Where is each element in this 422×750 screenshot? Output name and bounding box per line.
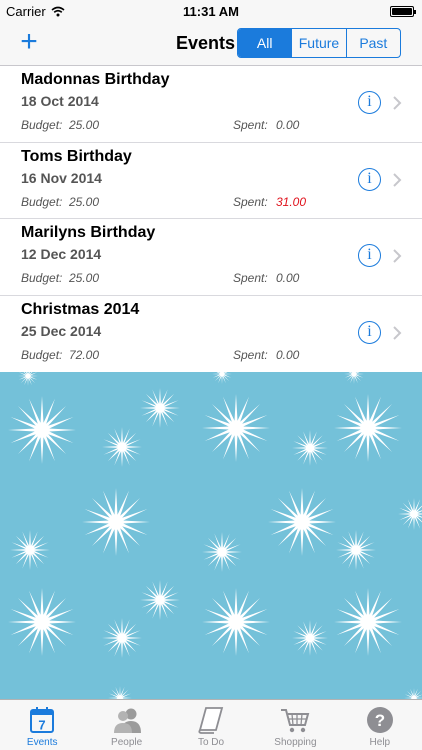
event-date: 18 Oct 2014 [21,93,99,109]
event-list: Madonnas Birthday 18 Oct 2014 Budget: 25… [0,66,422,372]
event-row[interactable]: Christmas 2014 25 Dec 2014 Budget: 72.00… [0,295,422,372]
spent-label: Spent: [233,194,268,209]
snowflake-shape [398,498,422,530]
event-row[interactable]: Marilyns Birthday 12 Dec 2014 Budget: 25… [0,219,422,296]
snowflake-shape [102,618,142,658]
snowflake-shape [18,372,38,386]
snowflake-shape [268,488,336,556]
snowflake-shape [344,372,364,384]
status-time: 11:31 AM [183,4,239,19]
svg-text:?: ? [375,711,385,730]
budget-value: 25.00 [69,271,100,285]
snowflake-shape [102,427,142,467]
event-name: Madonnas Birthday [21,71,170,88]
event-name: Toms Birthday [21,147,132,165]
people-icon [113,708,141,733]
event-date: 16 Nov 2014 [21,169,102,186]
spent-label: Spent: [233,271,268,285]
page-title: Events [176,33,236,53]
event-row[interactable]: Madonnas Birthday 18 Oct 2014 Budget: 25… [0,66,422,143]
tab-people[interactable]: People [84,700,168,750]
segment-future[interactable]: Future [291,29,345,57]
cart-icon [281,709,310,733]
tab-label: To Do [197,737,225,748]
budget-label: Budget: [21,271,63,285]
chevron-right-icon [393,325,402,340]
tab-help[interactable]: ? Help [338,700,422,750]
snowflake-shape [336,530,376,570]
segment-all[interactable]: All [238,29,292,57]
battery-icon [390,6,416,17]
snowflake-shape [108,686,132,699]
tab-label: People [111,737,143,748]
spent-value: 0.00 [276,271,300,285]
snowflake-shape [140,580,180,620]
budget-value: 25.00 [69,118,100,132]
info-icon[interactable]: i [358,320,381,344]
snowflake-background [0,372,422,699]
event-row[interactable]: Toms Birthday 16 Nov 2014 Budget: 25.00 … [0,142,422,219]
chevron-right-icon [393,96,402,110]
chevron-right-icon [393,172,402,187]
event-date: 12 Dec 2014 [21,246,102,262]
snowflake-shape [202,588,270,656]
budget-label: Budget: [21,347,63,362]
status-bar: Carrier 11:31 AM [0,0,422,22]
snowflake-shape [202,394,270,462]
star-pattern [8,372,422,699]
tab-bar: 7 Events People To Do Shopping ? Help [0,699,422,750]
tab-shopping[interactable]: Shopping [253,700,337,750]
spent-value: 0.00 [276,347,300,362]
add-event-button[interactable]: + [14,26,44,60]
snowflake-shape [292,430,328,466]
chevron-right-icon [393,249,402,263]
tab-label: Events [26,737,58,748]
snowflake-shape [212,372,232,384]
spent-label: Spent: [233,347,268,362]
snowflake-shape [334,588,402,656]
spent-label: Spent: [233,118,268,132]
spent-value: 31.00 [276,194,307,209]
snowflake-shape [404,688,422,699]
info-icon[interactable]: i [358,91,381,114]
budget-label: Budget: [21,118,63,132]
snowflake-shape [202,532,242,572]
snowflake-shape [8,396,76,464]
help-icon: ? [366,707,393,733]
filter-segmented-control: All Future Past [237,28,401,58]
snowflake-shape [82,488,150,556]
snowflake-shape [10,530,50,570]
snowflake-shape [140,388,180,428]
tab-events[interactable]: 7 Events [0,700,84,750]
event-date: 25 Dec 2014 [21,322,102,339]
snowflake-shape [8,588,76,656]
budget-label: Budget: [21,194,63,209]
budget-value: 25.00 [69,194,100,209]
note-icon [198,707,224,734]
tab-label: Help [369,737,391,748]
calendar-icon: 7 [30,707,55,733]
tab-todo[interactable]: To Do [169,700,253,750]
segment-past[interactable]: Past [345,29,400,57]
snowflake-shape [292,620,328,656]
tab-label: Shopping [274,737,317,748]
svg-text:7: 7 [39,718,46,733]
navigation-bar: + Events All Future Past [0,22,422,66]
info-icon[interactable]: i [358,167,381,191]
budget-value: 72.00 [69,347,100,362]
spent-value: 0.00 [276,118,300,132]
event-name: Marilyns Birthday [21,224,156,241]
snowflake-shape [334,394,402,462]
info-icon[interactable]: i [358,244,381,267]
event-name: Christmas 2014 [21,300,140,318]
